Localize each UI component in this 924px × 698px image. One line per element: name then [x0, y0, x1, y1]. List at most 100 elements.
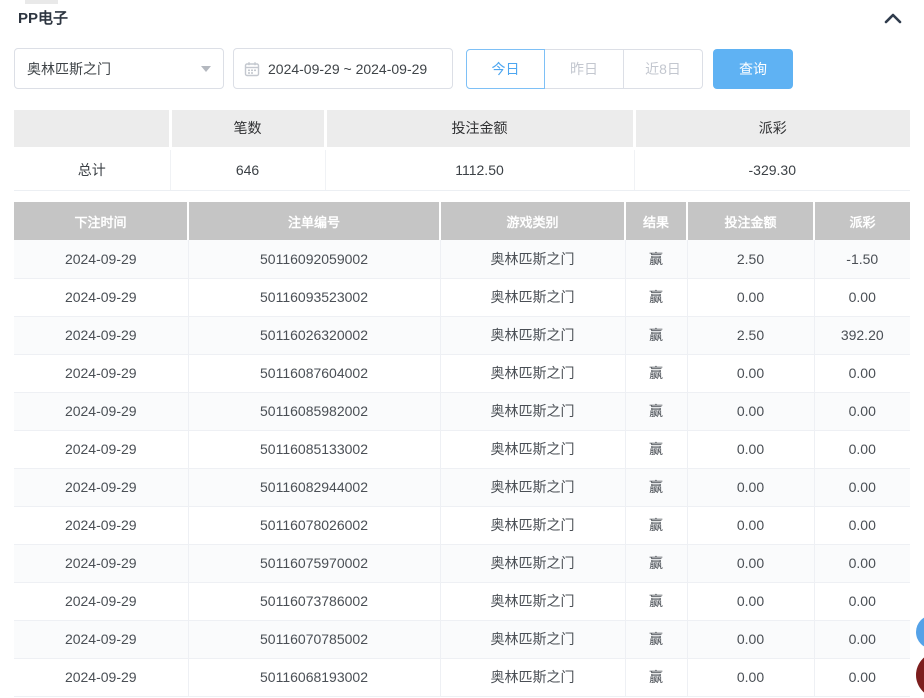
cell-bet-amount: 0.00 [687, 544, 815, 583]
cell-payout: 0.00 [814, 658, 910, 697]
cell-bet-time: 2024-09-29 [14, 278, 189, 317]
pp-electronic-panel: PP电子 奥林匹斯之门 2024-09-29 ~ 2024-09-29 今日 昨… [0, 0, 924, 698]
cell-game-category: 奥林匹斯之门 [440, 278, 626, 317]
cell-bet-amount: 0.00 [687, 582, 815, 621]
cell-game-category: 奥林匹斯之门 [440, 582, 626, 621]
cell-game-category: 奥林匹斯之门 [440, 620, 626, 659]
cell-result: 赢 [625, 620, 688, 659]
cell-bet-amount: 0.00 [687, 620, 815, 659]
cell-bet-time: 2024-09-29 [14, 430, 189, 469]
game-select-value: 奥林匹斯之门 [27, 60, 111, 77]
col-header-result: 结果 [625, 202, 688, 240]
cell-order-no: 50116026320002 [188, 316, 441, 355]
filter-bar: 奥林匹斯之门 2024-09-29 ~ 2024-09-29 今日 昨日 近8日… [14, 48, 793, 89]
game-select[interactable]: 奥林匹斯之门 [14, 48, 224, 89]
table-row: 2024-09-29 50116068193002 奥林匹斯之门赢 0.00 0.00 [14, 658, 910, 697]
cell-bet-time: 2024-09-29 [14, 392, 189, 431]
cutoff-element-stub [25, 0, 58, 4]
date-range-picker[interactable]: 2024-09-29 ~ 2024-09-29 [233, 48, 453, 89]
cell-bet-time: 2024-09-29 [14, 240, 189, 279]
cell-order-no: 50116078026002 [188, 506, 441, 545]
table-row: 2024-09-29 50116093523002 奥林匹斯之门赢 0.00 0.00 [14, 278, 910, 317]
cell-game-category: 奥林匹斯之门 [440, 544, 626, 583]
cell-result: 赢 [625, 240, 688, 279]
cell-game-category: 奥林匹斯之门 [440, 392, 626, 431]
cell-payout: 0.00 [814, 620, 910, 659]
table-row: 2024-09-29 50116085982002 奥林匹斯之门赢 0.00 0.00 [14, 392, 910, 431]
summary-header-bet-amount: 投注金额 [325, 110, 636, 150]
cell-payout: 392.20 [814, 316, 910, 355]
summary-table: 笔数 投注金额 派彩 总计 646 1112.50 -329.30 [14, 110, 910, 191]
cell-bet-time: 2024-09-29 [14, 620, 189, 659]
cell-bet-time: 2024-09-29 [14, 582, 189, 621]
summary-total-payout: -329.30 [634, 148, 910, 191]
cell-bet-time: 2024-09-29 [14, 506, 189, 545]
cell-game-category: 奥林匹斯之门 [440, 468, 626, 507]
cell-payout: 0.00 [814, 506, 910, 545]
cell-payout: 0.00 [814, 582, 910, 621]
cell-game-category: 奥林匹斯之门 [440, 506, 626, 545]
cell-result: 赢 [625, 658, 688, 697]
cell-order-no: 50116073786002 [188, 582, 441, 621]
cell-order-no: 50116075970002 [188, 544, 441, 583]
cell-result: 赢 [625, 582, 688, 621]
cell-order-no: 50116092059002 [188, 240, 441, 279]
cell-order-no: 50116087604002 [188, 354, 441, 393]
summary-header-count: 笔数 [170, 110, 327, 150]
cell-bet-amount: 2.50 [687, 316, 815, 355]
col-header-game-category: 游戏类别 [440, 202, 626, 240]
cell-bet-amount: 0.00 [687, 392, 815, 431]
cell-result: 赢 [625, 354, 688, 393]
panel-header: PP电子 [18, 9, 910, 31]
floating-button-dark-red[interactable] [916, 652, 924, 698]
cell-payout: 0.00 [814, 278, 910, 317]
col-header-bet-amount: 投注金额 [687, 202, 815, 240]
cell-bet-time: 2024-09-29 [14, 316, 189, 355]
summary-header-row: 笔数 投注金额 派彩 [14, 110, 910, 150]
calendar-icon [244, 61, 260, 77]
cell-bet-amount: 2.50 [687, 240, 815, 279]
cell-game-category: 奥林匹斯之门 [440, 354, 626, 393]
table-row: 2024-09-29 50116026320002 奥林匹斯之门赢 2.50 392.2… [14, 316, 910, 355]
cell-order-no: 50116068193002 [188, 658, 441, 697]
cell-result: 赢 [625, 392, 688, 431]
table-row: 2024-09-29 50116092059002 奥林匹斯之门赢 2.50 -1.50 [14, 240, 910, 279]
table-header-row: 下注时间 注单编号 游戏类别 结果 投注金额 派彩 [14, 202, 910, 240]
cell-bet-time: 2024-09-29 [14, 468, 189, 507]
table-row: 2024-09-29 50116082944002 奥林匹斯之门赢 0.00 0.00 [14, 468, 910, 507]
search-button[interactable]: 查询 [713, 48, 793, 89]
cell-payout: -1.50 [814, 240, 910, 279]
cell-game-category: 奥林匹斯之门 [440, 316, 626, 355]
col-header-order-no: 注单编号 [188, 202, 441, 240]
cell-payout: 0.00 [814, 544, 910, 583]
cell-bet-amount: 0.00 [687, 430, 815, 469]
summary-total-label: 总计 [14, 148, 171, 191]
cell-game-category: 奥林匹斯之门 [440, 240, 626, 279]
col-header-bet-time: 下注时间 [14, 202, 189, 240]
table-row: 2024-09-29 50116078026002 奥林匹斯之门赢 0.00 0.00 [14, 506, 910, 545]
cell-bet-time: 2024-09-29 [14, 658, 189, 697]
bet-records-table: 下注时间 注单编号 游戏类别 结果 投注金额 派彩 2024-09-29 5011… [14, 202, 910, 697]
table-row: 2024-09-29 50116075970002 奥林匹斯之门赢 0.00 0.00 [14, 544, 910, 583]
floating-button-blue[interactable] [916, 615, 924, 649]
page-title: PP电子 [18, 10, 69, 27]
summary-total-count: 646 [170, 148, 326, 191]
today-button[interactable]: 今日 [466, 48, 545, 89]
table-row: 2024-09-29 50116085133002 奥林匹斯之门赢 0.00 0.00 [14, 430, 910, 469]
cell-bet-amount: 0.00 [687, 468, 815, 507]
last-8-days-button[interactable]: 近8日 [624, 48, 703, 89]
table-row: 2024-09-29 50116073786002 奥林匹斯之门赢 0.00 0.00 [14, 582, 910, 621]
cell-bet-amount: 0.00 [687, 354, 815, 393]
summary-total-bet-amount: 1112.50 [325, 148, 635, 191]
summary-total-row: 总计 646 1112.50 -329.30 [14, 148, 910, 191]
col-header-payout: 派彩 [814, 202, 910, 240]
cell-result: 赢 [625, 506, 688, 545]
cell-bet-amount: 0.00 [687, 278, 815, 317]
chevron-up-icon[interactable] [882, 9, 904, 29]
cell-bet-amount: 0.00 [687, 658, 815, 697]
cell-order-no: 50116085133002 [188, 430, 441, 469]
cell-bet-amount: 0.00 [687, 506, 815, 545]
cell-payout: 0.00 [814, 430, 910, 469]
table-row: 2024-09-29 50116087604002 奥林匹斯之门赢 0.00 0.00 [14, 354, 910, 393]
yesterday-button[interactable]: 昨日 [545, 48, 624, 89]
